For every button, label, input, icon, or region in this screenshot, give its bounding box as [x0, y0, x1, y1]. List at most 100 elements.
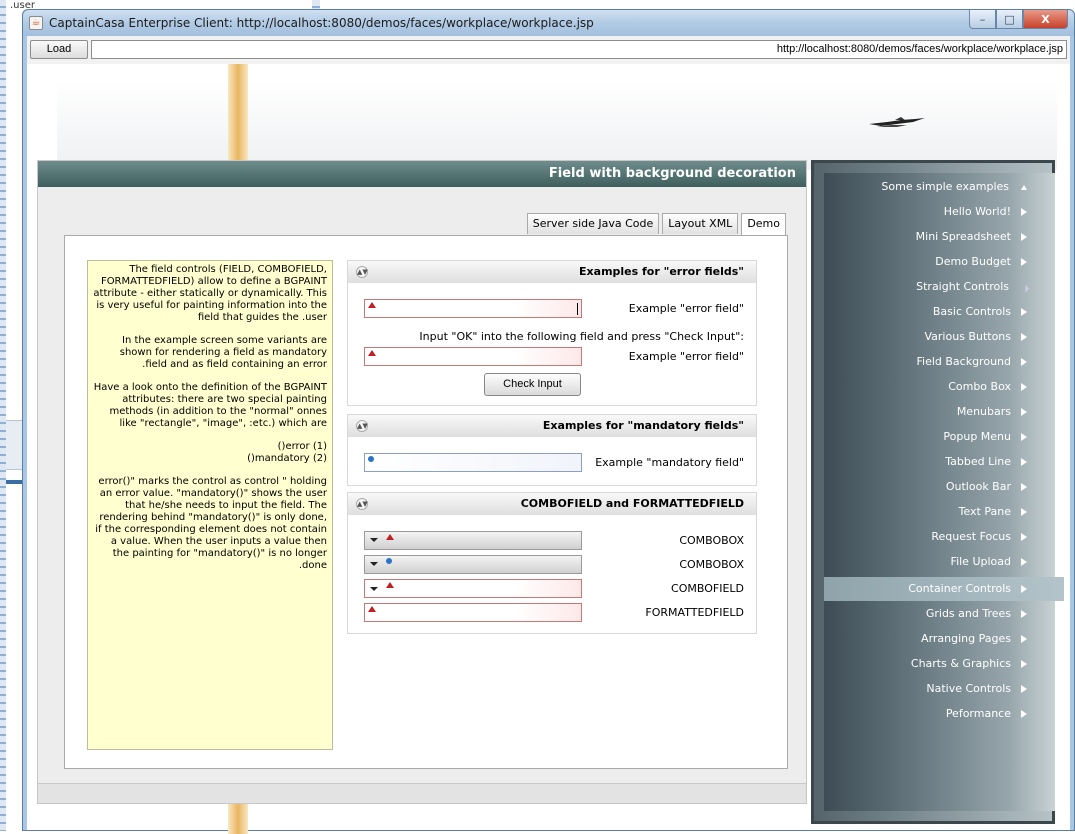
nav-label: Demo Budget — [935, 255, 1011, 268]
nav-label: Some simple examples — [881, 180, 1009, 193]
chevron-right-icon — [1021, 483, 1027, 491]
nav-label: Menubars — [956, 405, 1011, 418]
chevron-right-icon — [1021, 408, 1027, 416]
nav-hello-world[interactable]: Hello World! — [944, 203, 1027, 221]
error-field-2-label: Example "error field" — [628, 350, 744, 363]
error-field-2[interactable] — [364, 347, 582, 366]
nav-label: Hello World! — [943, 205, 1011, 218]
combobox-row-1: COMBOBOX — [348, 531, 756, 551]
combobox-error[interactable] — [364, 531, 582, 550]
combo-formatted-section: ▲▼ COMBOFIELD and FORMATTEDFIELD COMBOBO… — [347, 492, 757, 634]
collapse-icon[interactable]: ▲▼ — [356, 420, 368, 432]
chevron-right-icon — [1021, 208, 1027, 216]
nav-container-controls[interactable]: Container Controls — [908, 580, 1027, 598]
panel-title: Field with background decoration — [38, 161, 806, 187]
nav-file-upload[interactable]: File Upload — [951, 553, 1027, 571]
maximize-button[interactable]: □ — [996, 10, 1023, 29]
chevron-right-icon — [1021, 685, 1027, 693]
minimize-button[interactable]: – — [969, 10, 996, 29]
error-triangle-icon — [386, 534, 394, 540]
chevron-right-icon — [1021, 258, 1027, 266]
combo-section-header[interactable]: ▲▼ COMBOFIELD and FORMATTEDFIELD — [348, 493, 756, 515]
mandatory-section-header[interactable]: ▲▼ Examples for "mandatory fields" — [348, 415, 756, 437]
nav-label: Basic Controls — [932, 305, 1011, 318]
check-input-button[interactable]: Check Input — [484, 373, 581, 396]
error-section-header[interactable]: ▲▼ Examples for "error fields" — [348, 261, 756, 283]
help-paragraph: The field controls (FIELD, COMBOFIELD, F… — [93, 264, 327, 323]
combobox-label-1: COMBOBOX — [679, 534, 744, 547]
chevron-right-icon — [1021, 383, 1027, 391]
error-field-1-label: Example "error field" — [628, 302, 744, 315]
nav-label: Charts & Graphics — [910, 657, 1011, 670]
chevron-right-icon — [1021, 458, 1027, 466]
tab-demo[interactable]: Demo — [741, 213, 786, 235]
url-field[interactable]: http://localhost:8080/demos/faces/workpl… — [91, 40, 1067, 59]
nav-request-focus[interactable]: Request Focus — [931, 528, 1027, 546]
title-bar[interactable]: ☕ CaptainCasa Enterprise Client: http://… — [23, 10, 1074, 36]
mandatory-field-label: Example "mandatory field" — [595, 456, 744, 469]
tab-bar: Server side Java Code Layout XML Demo — [524, 213, 786, 235]
navigation-panel: Some simple examples Hello World! Mini S… — [811, 160, 1064, 824]
help-paragraph: error()" marks the control as control " … — [95, 476, 327, 571]
chevron-right-icon — [1021, 433, 1027, 441]
chevron-right-icon — [1021, 333, 1027, 341]
mandatory-field[interactable] — [364, 453, 582, 472]
nav-label: Request Focus — [931, 530, 1011, 543]
nav-arranging-pages[interactable]: Arranging Pages — [921, 630, 1027, 648]
error-hint-text: Input "OK" into the following field and … — [419, 330, 744, 343]
tab-server-side-java-code[interactable]: Server side Java Code — [526, 213, 660, 234]
chevron-right-icon — [1021, 308, 1027, 316]
nav-text-pane[interactable]: Text Pane — [959, 503, 1027, 521]
nav-menubars[interactable]: Menubars — [957, 403, 1027, 421]
formattedfield-input[interactable] — [364, 603, 582, 622]
client-area: Load http://localhost:8080/demos/faces/w… — [27, 36, 1070, 834]
formattedfield-row: FORMATTEDFIELD — [348, 603, 756, 623]
nav-outlook-bar[interactable]: Outlook Bar — [946, 478, 1027, 496]
tab-layout-xml[interactable]: Layout XML — [662, 213, 739, 234]
combo-section-title: COMBOFIELD and FORMATTEDFIELD — [520, 497, 744, 510]
nav-performance[interactable]: Peformance — [946, 705, 1027, 723]
error-field-1[interactable] — [364, 299, 582, 318]
nav-grids-and-trees[interactable]: Grids and Trees — [926, 605, 1027, 623]
birds-logo-icon — [869, 117, 925, 127]
error-section-title: Examples for "error fields" — [579, 265, 744, 278]
text-cursor — [577, 303, 578, 315]
expand-arrow-icon — [1021, 184, 1027, 190]
combobox-mandatory[interactable] — [364, 555, 582, 574]
nav-label: Tabbed Line — [945, 455, 1011, 468]
collapse-icon[interactable]: ▲▼ — [356, 498, 368, 510]
nav-straight-controls[interactable]: Straight Controls — [916, 278, 1030, 296]
chevron-right-icon — [1021, 233, 1027, 241]
nav-various-buttons[interactable]: Various Buttons — [925, 328, 1027, 346]
chevron-right-icon — [1021, 635, 1027, 643]
nav-native-controls[interactable]: Native Controls — [926, 680, 1027, 698]
load-button[interactable]: Load — [30, 40, 88, 59]
background-window-edge — [0, 0, 6, 831]
nav-some-simple-examples[interactable]: Some simple examples — [881, 178, 1027, 196]
error-triangle-icon — [368, 606, 376, 612]
collapse-icon[interactable]: ▲▼ — [356, 266, 368, 278]
dropdown-arrow-icon[interactable] — [370, 587, 378, 591]
nav-label: Container Controls — [908, 582, 1011, 595]
nav-basic-controls[interactable]: Basic Controls — [933, 303, 1027, 321]
help-paragraph: Have a look onto the definition of the B… — [93, 382, 327, 429]
nav-label: File Upload — [950, 555, 1011, 568]
nav-charts-graphics[interactable]: Charts & Graphics — [911, 655, 1027, 673]
nav-label: Field Background — [916, 355, 1011, 368]
demo-panel: Field with background decoration Server … — [37, 160, 807, 804]
nav-tabbed-line[interactable]: Tabbed Line — [945, 453, 1027, 471]
combofield-input[interactable] — [364, 579, 582, 598]
mandatory-dot-icon — [386, 558, 392, 564]
close-button[interactable]: X — [1023, 10, 1068, 29]
nav-mini-spreadsheet[interactable]: Mini Spreadsheet — [916, 228, 1027, 246]
nav-label: Straight Controls — [916, 280, 1009, 293]
nav-demo-budget[interactable]: Demo Budget — [935, 253, 1027, 271]
chevron-right-icon — [1021, 610, 1027, 618]
nav-label: Outlook Bar — [945, 480, 1011, 493]
nav-combo-box[interactable]: Combo Box — [948, 378, 1027, 396]
nav-field-background[interactable]: Field Background — [916, 353, 1027, 371]
chevron-right-icon — [1021, 533, 1027, 541]
dropdown-arrow-icon — [370, 538, 378, 542]
error-fields-section: ▲▼ Examples for "error fields" Example "… — [347, 260, 757, 406]
nav-popup-menu[interactable]: Popup Menu — [943, 428, 1027, 446]
